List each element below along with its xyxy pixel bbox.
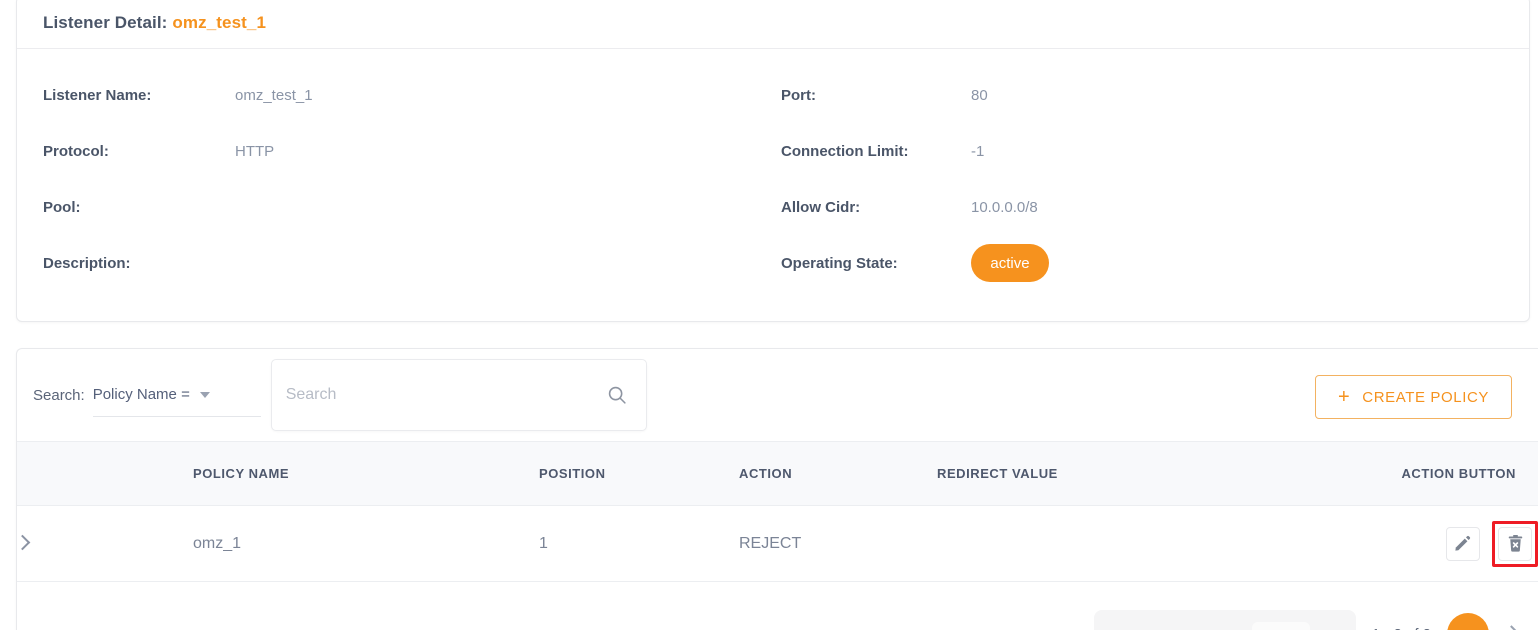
column-header-position[interactable]: POSITION (539, 441, 739, 506)
search-field-select-value: Policy Name = (92, 386, 190, 403)
field-value: 10.0.0.0/8 (971, 198, 1038, 216)
field-protocol: Protocol: HTTP (17, 123, 781, 179)
delete-button[interactable] (1498, 526, 1532, 561)
listener-detail-header: Listener Detail: omz_test_1 (17, 0, 1529, 49)
cell-action: REJECT (739, 534, 802, 552)
field-value: 80 (971, 86, 988, 104)
detail-left-column: Listener Name: omz_test_1 Protocol: HTTP… (17, 67, 781, 291)
field-value: HTTP (235, 142, 275, 160)
create-policy-button[interactable]: + CREATE POLICY (1315, 375, 1512, 419)
pagination-range: 1 - 2 of 2 (1372, 626, 1431, 630)
delete-button-highlight (1492, 520, 1538, 567)
policy-toolbar: Search: Policy Name = + CREATE POLICY (17, 349, 1538, 441)
page-title-value: omz_test_1 (172, 12, 267, 32)
table-row[interactable]: omz_1 1 REJECT (17, 506, 1538, 582)
chevron-right-icon[interactable] (17, 534, 31, 550)
expand-cell[interactable] (17, 506, 193, 582)
plus-icon: + (1338, 386, 1351, 408)
listener-detail-fields: Listener Name: omz_test_1 Protocol: HTTP… (17, 49, 1529, 291)
cell-redirect-value (937, 506, 1385, 582)
field-label: Connection Limit: (781, 142, 909, 160)
field-label: Description: (43, 254, 131, 272)
field-label: Listener Name: (43, 86, 152, 104)
page-title: Listener Detail: (43, 12, 168, 32)
chevron-down-icon (199, 391, 210, 398)
search-icon[interactable] (604, 382, 630, 408)
column-header-expand (17, 441, 193, 506)
search-label: Search: (33, 386, 85, 404)
column-header-policy-name[interactable]: POLICY NAME (193, 441, 539, 506)
field-allow-cidr: Allow Cidr: 10.0.0.0/8 (781, 179, 1529, 235)
pagination-bar: 1 - 2 of 2 (17, 604, 1538, 630)
create-policy-label: CREATE POLICY (1362, 388, 1489, 406)
policy-table-card: Search: Policy Name = + CREATE POLICY (16, 348, 1538, 630)
previous-page-button[interactable] (1447, 613, 1489, 630)
table-header-row: POLICY NAME POSITION ACTION REDIRECT VAL… (17, 441, 1538, 506)
edit-button[interactable] (1445, 526, 1480, 561)
detail-right-column: Port: 80 Connection Limit: -1 Allow Cidr… (781, 67, 1529, 291)
field-description: Description: (17, 235, 781, 291)
policy-table-body: omz_1 1 REJECT (17, 506, 1538, 582)
field-label: Allow Cidr: (781, 198, 861, 216)
column-header-action-button: ACTION BUTTON (1385, 441, 1538, 506)
field-label: Operating State: (781, 254, 898, 272)
field-label: Port: (781, 86, 816, 104)
field-operating-state: Operating State: active (781, 235, 1529, 291)
field-label: Pool: (43, 198, 81, 216)
trash-icon (1508, 534, 1522, 552)
rows-per-page-select[interactable] (1093, 610, 1356, 630)
policy-table-head: POLICY NAME POSITION ACTION REDIRECT VAL… (17, 441, 1538, 506)
field-connection-limit: Connection Limit: -1 (781, 123, 1529, 179)
listener-detail-card: Listener Detail: omz_test_1 Listener Nam… (16, 0, 1530, 322)
field-listener-name: Listener Name: omz_test_1 (17, 67, 781, 123)
search-box[interactable] (270, 359, 647, 431)
search-input[interactable] (285, 386, 604, 404)
field-value: omz_test_1 (235, 86, 313, 104)
column-header-redirect-value[interactable]: REDIRECT VALUE (937, 441, 1385, 506)
field-port: Port: 80 (781, 67, 1529, 123)
field-label: Protocol: (43, 142, 109, 160)
status-badge: active (971, 244, 1049, 282)
pencil-icon (1455, 535, 1471, 551)
policy-table: POLICY NAME POSITION ACTION REDIRECT VAL… (17, 441, 1538, 582)
cell-action-buttons (1385, 506, 1538, 582)
field-pool: Pool: (17, 179, 781, 235)
search-field-select[interactable]: Policy Name = (92, 373, 261, 417)
field-value: -1 (971, 142, 985, 160)
rows-per-page-value (1251, 622, 1310, 630)
listener-detail-page: Listener Detail: omz_test_1 Listener Nam… (0, 0, 1538, 630)
cell-policy-name: omz_1 (193, 534, 242, 552)
next-page-chevron-icon[interactable] (1502, 624, 1521, 630)
cell-position: 1 (539, 534, 548, 552)
column-header-action[interactable]: ACTION (739, 441, 937, 506)
